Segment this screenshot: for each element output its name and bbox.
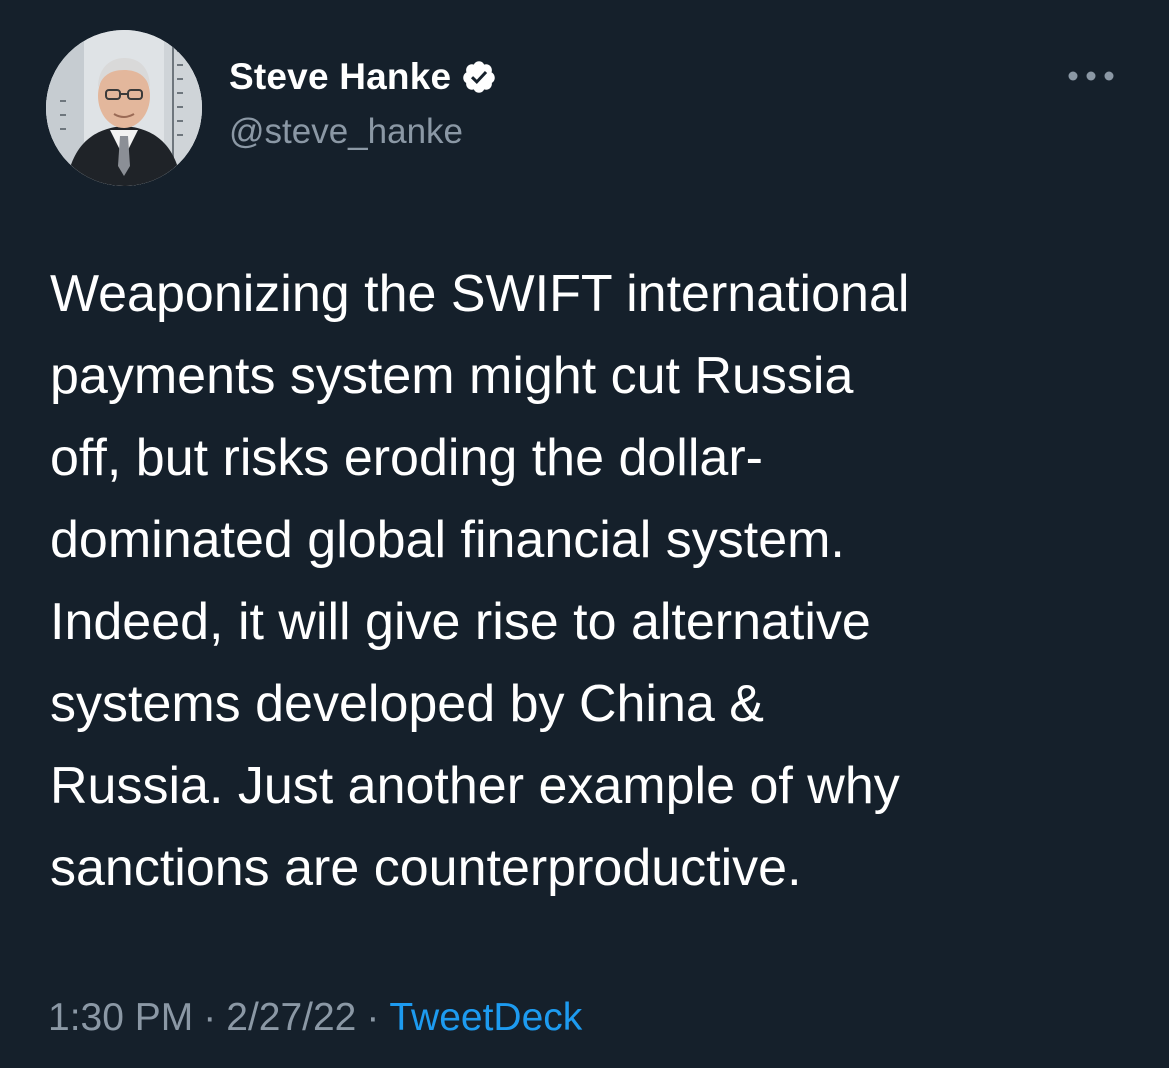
tweet-text-line: Weaponizing the SWIFT international: [50, 265, 910, 323]
author-handle[interactable]: @steve_hanke: [229, 110, 463, 154]
tweet-text-line: off, but risks eroding the dollar-: [50, 429, 763, 487]
tweet-text-line: Indeed, it will give rise to alternative: [50, 593, 871, 651]
more-options-icon: [1068, 71, 1114, 81]
tweet-source-link[interactable]: TweetDeck: [389, 996, 582, 1039]
separator: ·: [366, 996, 380, 1039]
tweet-metadata: 1:30 PM · 2/27/22 · TweetDeck: [48, 992, 582, 1044]
tweet-text-line: sanctions are counterproductive.: [50, 839, 802, 897]
tweet: Steve Hanke @steve_hanke Weaponizing the…: [0, 0, 1169, 1068]
tweet-text-line: payments system might cut Russia: [50, 347, 854, 405]
profile-photo: [46, 30, 202, 186]
tweet-time[interactable]: 1:30 PM: [48, 996, 193, 1039]
tweet-text: Weaponizing the SWIFT international paym…: [50, 253, 1140, 909]
more-options-button[interactable]: [1062, 58, 1120, 94]
tweet-date[interactable]: 2/27/22: [226, 996, 356, 1039]
separator: ·: [203, 996, 217, 1039]
tweet-text-line: systems developed by China &: [50, 675, 764, 733]
author-name-row[interactable]: Steve Hanke: [229, 54, 497, 100]
author-display-name[interactable]: Steve Hanke: [229, 54, 451, 100]
verified-badge-icon: [461, 59, 497, 95]
tweet-text-line: dominated global financial system.: [50, 511, 845, 569]
avatar[interactable]: [46, 30, 202, 186]
tweet-text-line: Russia. Just another example of why: [50, 757, 900, 815]
